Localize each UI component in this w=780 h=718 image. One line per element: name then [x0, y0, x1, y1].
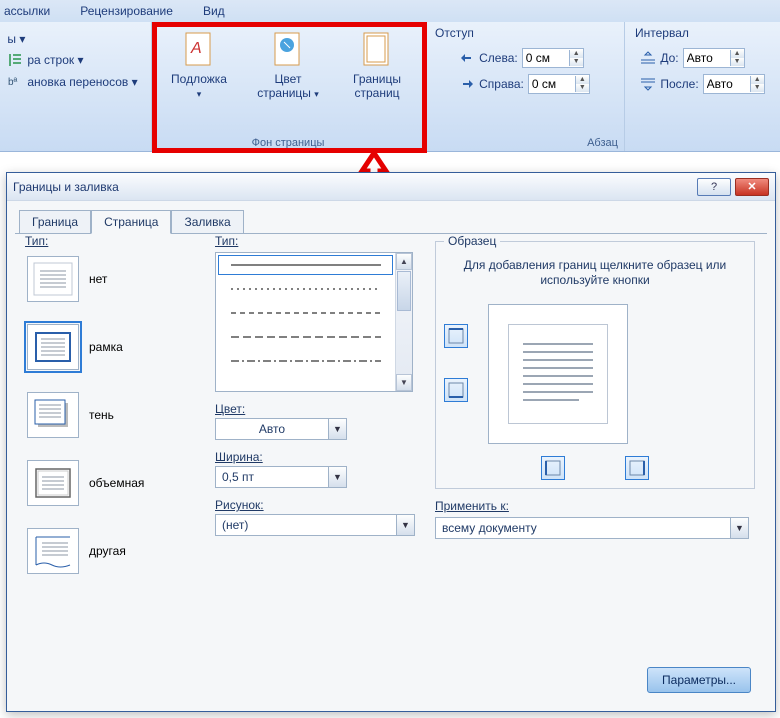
- width-combo[interactable]: 0,5 пт▼: [215, 466, 347, 488]
- style-listbox[interactable]: ▲▼: [215, 252, 413, 392]
- indent-left-label: Слева:: [479, 51, 518, 65]
- edge-top-button[interactable]: [444, 324, 468, 348]
- setting-none[interactable]: нет: [25, 252, 190, 306]
- line-numbers-icon: [7, 52, 23, 68]
- ribbon-tab-view[interactable]: Вид: [203, 4, 225, 18]
- before-label: До:: [660, 51, 678, 65]
- indent-left-spinner[interactable]: ▲▼: [522, 48, 584, 68]
- ribbon-group-left: ы ▾ ра строк ▾ bª ановка переносов ▾: [0, 22, 152, 151]
- ribbon: ы ▾ ра строк ▾ bª ановка переносов ▾ A П…: [0, 22, 780, 152]
- dialog-titlebar: Границы и заливка ? ✕: [7, 173, 775, 201]
- art-label: Рисунок:: [215, 498, 420, 512]
- indent-right-label: Справа:: [479, 77, 524, 91]
- dialog-tabstrip: Граница Страница Заливка: [7, 201, 775, 233]
- width-label: Ширина:: [215, 450, 420, 464]
- tab-page[interactable]: Страница: [91, 210, 171, 234]
- setting-3d[interactable]: объемная: [25, 456, 190, 510]
- preview-legend: Образец: [444, 234, 500, 248]
- interval-title: Интервал: [635, 26, 689, 40]
- indent-title: Отступ: [435, 26, 474, 40]
- spacing-before-spinner[interactable]: ▲▼: [683, 48, 745, 68]
- ribbon-item-hyphen[interactable]: bª ановка переносов ▾: [3, 72, 141, 92]
- group-label-background: Фон страницы: [152, 137, 424, 149]
- tab-shading[interactable]: Заливка: [171, 210, 243, 234]
- indent-right-icon: [459, 77, 475, 91]
- options-button[interactable]: Параметры...: [647, 667, 751, 693]
- ribbon-group-indent: Отступ Слева: ▲▼ Справа: ▲▼: [425, 22, 625, 151]
- borders-shading-dialog: Границы и заливка ? ✕ Граница Страница З…: [6, 172, 776, 712]
- svg-text:bª: bª: [8, 77, 18, 88]
- setting-shadow-label: тень: [89, 408, 114, 422]
- setting-custom[interactable]: другая: [25, 524, 190, 578]
- edge-left-button[interactable]: [541, 456, 565, 480]
- ribbon-item-1[interactable]: ы ▾: [3, 30, 141, 48]
- group-label-paragraph: Абзац: [425, 137, 780, 149]
- apply-to-combo[interactable]: всему документу▼: [435, 517, 749, 539]
- spacing-before-icon: [640, 51, 656, 65]
- color-label: Цвет:: [215, 402, 420, 416]
- setting-box[interactable]: рамка: [25, 320, 190, 374]
- ribbon-group-interval: Интервал До: ▲▼ После: ▲▼: [625, 22, 780, 151]
- edge-bottom-button[interactable]: [444, 378, 468, 402]
- ribbon-group-page-background: A Подложка▾ Цвет страницы ▾ Границы стра…: [152, 22, 425, 151]
- indent-right-spinner[interactable]: ▲▼: [528, 74, 590, 94]
- indent-left-icon: [459, 51, 475, 65]
- setting-type-label: Тип:: [25, 234, 190, 248]
- spacing-after-icon: [640, 77, 656, 91]
- style-column: Тип: ▲▼ Цвет: Авто▼ Ширина: 0,5 пт▼ Рису…: [215, 234, 420, 536]
- edge-right-button[interactable]: [625, 456, 649, 480]
- watermark-button[interactable]: A Подложка▾: [162, 30, 237, 126]
- page-borders-button[interactable]: Границы страниц: [340, 30, 415, 126]
- dialog-title-text: Границы и заливка: [13, 180, 119, 194]
- page-color-button[interactable]: Цвет страницы ▾: [251, 30, 326, 126]
- ribbon-tab-review[interactable]: Рецензирование: [80, 4, 173, 18]
- setting-none-label: нет: [89, 272, 107, 286]
- svg-text:A: A: [190, 40, 202, 57]
- style-scrollbar[interactable]: ▲▼: [395, 253, 412, 391]
- setting-3d-label: объемная: [89, 476, 144, 490]
- apply-to-label: Применить к:: [435, 499, 755, 513]
- ribbon-tab-strip: ассылки Рецензирование Вид: [0, 0, 780, 22]
- setting-column: Тип: нет рамка тень объемная другая: [25, 234, 190, 592]
- preview-column: Образец Для добавления границ щелкните о…: [435, 234, 755, 539]
- after-label: После:: [660, 77, 698, 91]
- ribbon-tab-references[interactable]: ассылки: [4, 4, 50, 18]
- dialog-close-button[interactable]: ✕: [735, 178, 769, 196]
- setting-box-label: рамка: [89, 340, 123, 354]
- tab-border[interactable]: Граница: [19, 210, 91, 234]
- setting-custom-label: другая: [89, 544, 126, 558]
- style-label: Тип:: [215, 234, 420, 248]
- spacing-after-spinner[interactable]: ▲▼: [703, 74, 765, 94]
- preview-fieldset: Образец Для добавления границ щелкните о…: [435, 234, 755, 489]
- color-combo[interactable]: Авто▼: [215, 418, 347, 440]
- hyphenation-icon: bª: [7, 74, 23, 90]
- ribbon-item-linenum[interactable]: ра строк ▾: [3, 50, 141, 70]
- setting-shadow[interactable]: тень: [25, 388, 190, 442]
- dialog-body: Тип: нет рамка тень объемная другая: [15, 233, 767, 703]
- art-combo[interactable]: (нет)▼: [215, 514, 415, 536]
- dialog-help-button[interactable]: ?: [697, 178, 731, 196]
- preview-hint: Для добавления границ щелкните образец и…: [444, 258, 746, 288]
- preview-page[interactable]: [488, 304, 628, 444]
